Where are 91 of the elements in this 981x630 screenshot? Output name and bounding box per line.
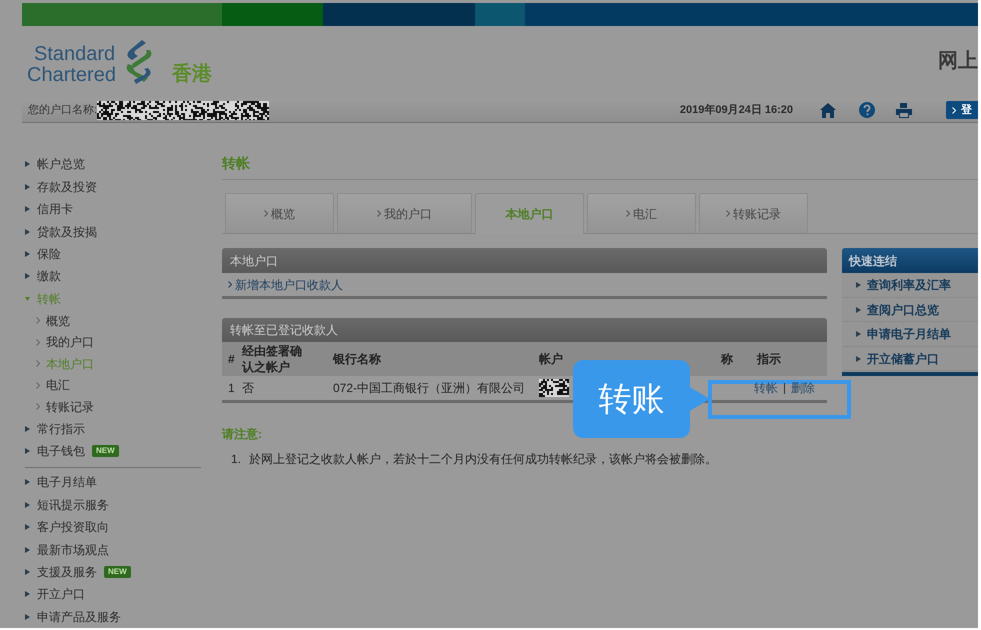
caret-right-icon — [25, 184, 30, 190]
logo-text: Standard — [33, 44, 116, 66]
quick-link[interactable]: 查询利率及汇率 — [842, 273, 978, 298]
column-header: # — [228, 352, 235, 366]
chevron-right-icon — [36, 317, 40, 324]
caret-right-icon — [25, 448, 30, 454]
sidebar-subitem[interactable]: 概览 — [25, 310, 203, 332]
caret-right-icon — [25, 569, 30, 576]
caret-right-icon — [856, 306, 861, 312]
add-payee-link[interactable]: 新增本地户口收款人 — [222, 273, 827, 300]
tab[interactable]: 概览 — [225, 193, 334, 234]
caret-right-icon — [25, 591, 30, 598]
sidebar-item[interactable]: 客户投资取向 — [25, 516, 201, 538]
caret-right-icon — [856, 331, 861, 337]
caret-right-icon — [25, 502, 30, 508]
print-icon[interactable] — [896, 102, 912, 118]
caret-down-icon — [25, 296, 30, 302]
chevron-right-icon — [264, 210, 268, 218]
table-cell-text: 否 — [242, 380, 255, 398]
sidebar-item[interactable]: 帐户总览 — [25, 153, 203, 176]
caret-right-icon — [25, 479, 30, 486]
caret-right-icon — [25, 228, 30, 235]
tab[interactable]: 我的户口 — [337, 193, 472, 234]
sidebar-item[interactable]: 缴款 — [25, 265, 203, 288]
redacted-text — [539, 379, 569, 398]
caret-right-icon — [856, 356, 861, 362]
tab[interactable]: 转账记录 — [699, 193, 808, 234]
column-header: 银行名称 — [333, 352, 381, 366]
action-link[interactable]: 删除 — [791, 379, 815, 398]
notice-text: 於网上登记之收款人帐户，若於十二个月内没有任何成功转帐纪录，该帐户将会被删除。 — [249, 451, 718, 468]
chevron-right-icon — [952, 106, 956, 114]
sidebar-item[interactable]: 贷款及按揭 — [25, 220, 203, 243]
help-icon[interactable] — [859, 102, 875, 118]
logo-text: Chartered — [27, 65, 116, 86]
caret-right-icon — [25, 161, 30, 168]
notice-title: 请注意: — [222, 426, 263, 444]
new-badge: NEW — [104, 566, 131, 578]
chevron-right-icon — [377, 210, 381, 218]
date-time-text: 2019年09月24日 16:20 — [680, 102, 793, 118]
sidebar-item[interactable]: 信用卡 — [25, 198, 203, 220]
caret-right-icon — [25, 426, 30, 432]
caret-right-icon — [25, 614, 30, 620]
logo-region-text: 香港 — [170, 62, 212, 86]
quick-link[interactable]: 申请电子月结单 — [842, 322, 978, 347]
sidebar-item[interactable]: 电子钱包 NEW — [25, 440, 203, 462]
quick-links-title: 快速连结 — [849, 252, 897, 270]
sidebar-item[interactable]: 支援及服务 NEW — [25, 560, 201, 584]
sidebar-item[interactable]: 开立户口 — [25, 583, 201, 606]
sidebar-item[interactable]: 常行指示 — [25, 417, 203, 440]
caret-right-icon — [25, 546, 30, 553]
sidebar-subitem[interactable]: 电汇 — [25, 374, 203, 396]
column-header: 经由签署确认之帐户 — [242, 343, 303, 376]
chevron-right-icon — [726, 210, 730, 218]
callout-label: 转账 — [573, 360, 690, 438]
notice-number: 1. — [231, 451, 242, 468]
new-badge: NEW — [92, 445, 119, 458]
tab[interactable]: 电汇 — [587, 193, 696, 234]
caret-right-icon — [25, 206, 30, 212]
chevron-right-icon — [36, 360, 40, 368]
panel-header: 转帐至已登记收款人 — [222, 318, 827, 342]
panel-header: 本地户口 — [222, 248, 827, 274]
column-header: 帐户 — [539, 352, 563, 366]
sidebar-item[interactable]: 电子月结单 — [25, 471, 201, 494]
sidebar-item[interactable]: 申请产品及服务 — [25, 606, 201, 628]
table-cell-text: 072-中国工商银行（亚洲）有限公司 — [333, 380, 526, 398]
column-header: 称 — [721, 352, 733, 366]
table-cell-text: 1 — [227, 380, 236, 398]
action-link[interactable]: 转帐 — [754, 379, 778, 398]
chevron-right-icon — [228, 281, 232, 288]
quick-link[interactable]: 开立储蓄户口 — [842, 346, 978, 372]
login-button[interactable]: 登 — [946, 101, 978, 120]
chevron-right-icon — [36, 338, 40, 346]
sidebar-item[interactable]: 最新市场观点 — [25, 538, 201, 561]
header-title: 网上 — [938, 49, 978, 74]
page-title: 转帐 — [222, 154, 250, 174]
sidebar-subitem[interactable]: 转账记录 — [25, 396, 203, 418]
chevron-right-icon — [626, 210, 630, 218]
chevron-right-icon — [36, 382, 40, 389]
caret-right-icon — [25, 251, 30, 257]
sidebar-item[interactable]: 保险 — [25, 242, 203, 266]
account-name-label: 您的户口名称: — [28, 102, 98, 118]
caret-right-icon — [25, 273, 30, 280]
column-header: 指示 — [757, 352, 781, 366]
sidebar-item[interactable]: 短讯提示服务 — [25, 494, 201, 516]
quick-link[interactable]: 查阅户口总览 — [842, 298, 978, 322]
caret-right-icon — [856, 282, 861, 288]
caret-right-icon — [25, 524, 30, 530]
sidebar-item[interactable]: 存款及投资 — [25, 176, 203, 198]
chevron-right-icon — [36, 403, 40, 410]
sidebar-subitem[interactable]: 我的户口 — [25, 331, 203, 353]
home-icon[interactable] — [820, 102, 836, 118]
